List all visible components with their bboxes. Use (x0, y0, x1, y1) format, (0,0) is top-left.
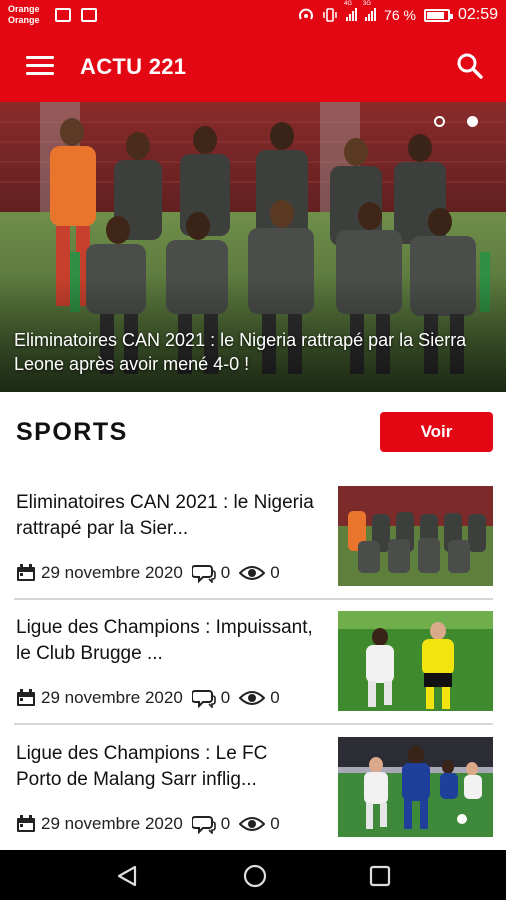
signal1-label: 4G (344, 0, 353, 7)
battery-percent: 76 % (384, 7, 416, 23)
comments-icon (191, 816, 216, 834)
article-thumbnail[interactable] (338, 611, 493, 711)
system-indicators: 4G 3G 76 % 02:59 (298, 1, 498, 24)
article-title[interactable]: Ligue des Champions : Impuissant, le Clu… (16, 615, 316, 667)
article-date: 29 novembre 2020 (41, 563, 183, 582)
carousel-dot-1[interactable] (434, 116, 445, 127)
app-bar: ACTU 221 (0, 32, 506, 102)
search-icon[interactable] (456, 52, 484, 80)
hamburger-menu-icon[interactable] (26, 56, 54, 76)
article-title[interactable]: Eliminatoires CAN 2021 : le Nigeria ratt… (16, 490, 316, 542)
article-item[interactable]: Ligue des Champions : Impuissant, le Clu… (0, 611, 506, 735)
vibrate-icon (323, 8, 337, 22)
calendar-icon (17, 815, 35, 832)
notification-icons (55, 8, 97, 22)
article-meta: 29 novembre 2020 0 0 (16, 688, 280, 708)
system-nav-bar (0, 850, 506, 900)
home-circle-icon[interactable] (242, 863, 268, 889)
image-notification-icon (55, 8, 71, 22)
article-item[interactable]: Ligue des Champions : Le FC Porto de Mal… (0, 737, 506, 861)
article-date: 29 novembre 2020 (41, 688, 183, 707)
divider (14, 723, 493, 725)
comments-icon (191, 690, 216, 708)
article-meta: 29 novembre 2020 0 0 (16, 563, 280, 583)
status-bar: Orange Orange 4G 3G 76 % 02:59 (0, 0, 506, 32)
comment-count: 0 (220, 563, 231, 582)
back-triangle-icon[interactable] (115, 864, 139, 888)
camera-notification-icon (81, 8, 97, 22)
comment-count: 0 (220, 814, 231, 833)
article-thumbnail[interactable] (338, 486, 493, 586)
eye-icon (239, 817, 266, 831)
article-item[interactable]: Eliminatoires CAN 2021 : le Nigeria ratt… (0, 486, 506, 610)
view-count: 0 (270, 563, 280, 582)
carrier-line-1: Orange (8, 4, 40, 14)
carousel-dot-2[interactable] (467, 116, 478, 127)
signal-4g: 4G (344, 1, 358, 24)
view-count: 0 (270, 688, 280, 707)
eye-icon (239, 691, 266, 705)
signal-bars-icon (346, 7, 358, 21)
carrier-line-2: Orange (8, 15, 40, 25)
article-thumbnail[interactable] (338, 737, 493, 837)
article-date: 29 novembre 2020 (41, 814, 183, 833)
battery-icon (423, 8, 453, 22)
hero-caption[interactable]: Eliminatoires CAN 2021 : le Nigeria ratt… (14, 328, 494, 376)
calendar-icon (17, 564, 35, 581)
hotspot-icon (299, 8, 314, 20)
calendar-icon (17, 689, 35, 706)
carrier-label: Orange Orange (8, 4, 40, 26)
carousel-indicators (434, 116, 478, 127)
app-title: ACTU 221 (80, 54, 187, 79)
recent-apps-square-icon[interactable] (369, 865, 391, 887)
view-count: 0 (270, 814, 280, 833)
voir-button[interactable]: Voir (380, 412, 493, 452)
signal-bars-icon (365, 7, 377, 21)
article-title[interactable]: Ligue des Champions : Le FC Porto de Mal… (16, 741, 316, 793)
comment-count: 0 (220, 688, 231, 707)
hero-carousel[interactable]: Eliminatoires CAN 2021 : le Nigeria ratt… (0, 102, 506, 392)
article-meta: 29 novembre 2020 0 0 (16, 814, 280, 834)
section-title: SPORTS (16, 418, 128, 446)
signal-3g: 3G (363, 1, 377, 24)
comments-icon (191, 565, 216, 583)
divider (14, 598, 493, 600)
signal2-label: 3G (363, 0, 372, 7)
clock: 02:59 (457, 6, 498, 23)
eye-icon (239, 566, 266, 580)
